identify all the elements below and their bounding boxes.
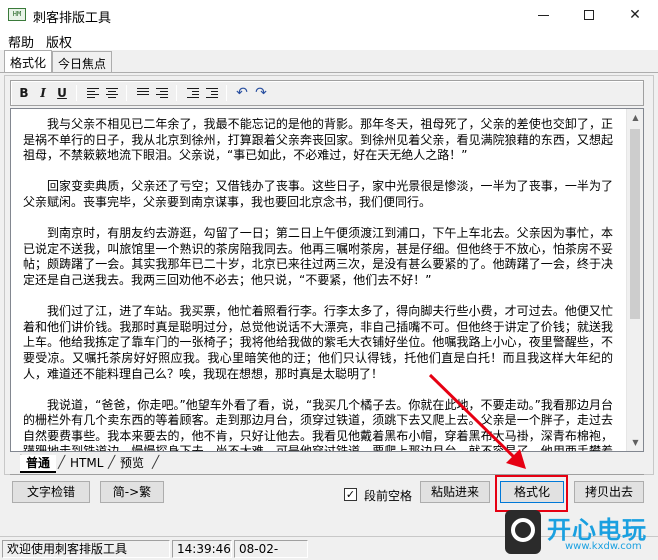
maximize-button[interactable] [566,0,612,30]
numbered-list-button[interactable] [134,84,152,102]
watermark-badge-icon [505,510,541,554]
maximize-icon [584,10,594,20]
scroll-up-icon[interactable]: ▲ [627,109,643,126]
watermark-brand: 开心电玩 [547,516,647,544]
title-bar: HM 刺客排版工具 ✕ [0,0,658,30]
menu-help[interactable]: 帮助 [8,32,34,51]
undo-button[interactable]: ↶ [233,84,251,102]
undo-icon: ↶ [236,85,248,101]
indent-checkbox[interactable]: ✓ [344,488,357,501]
toolbar-separator [76,85,77,101]
toolbar-separator [176,85,177,101]
toolbar-separator [126,85,127,101]
watermark-url: www.kxdw.com [565,541,642,552]
bold-button[interactable]: B [15,84,33,102]
paragraph: 到南京时，有朋友约去游逛，勾留了一日；第二日上午便须渡江到浦口，下午上车北去。父… [23,226,613,287]
align-center-button[interactable] [103,84,121,102]
tab-divider [0,72,658,73]
tab-preview[interactable]: 预览 [114,455,150,473]
simp-to-trad-button[interactable]: 简->繁 [100,481,164,503]
underline-button[interactable]: U [53,84,71,102]
tab-format[interactable]: 格式化 [4,50,53,73]
paste-in-button[interactable]: 粘贴进来 [420,481,490,503]
spellcheck-button[interactable]: 文字检错 [12,481,90,503]
bullet-list-icon [156,88,168,98]
close-button[interactable]: ✕ [612,0,658,30]
align-left-button[interactable] [84,84,102,102]
copy-out-button[interactable]: 拷贝出去 [574,481,644,503]
align-center-icon [106,88,118,98]
text-editor[interactable]: 我与父亲不相见已二年余了，我最不能忘记的是他的背影。那年冬天，祖母死了，父亲的差… [10,108,644,452]
toolbar-separator [226,85,227,101]
top-tab-strip: 格式化 今日焦点 [0,50,658,73]
paragraph: 回家变卖典质，父亲还了亏空；又借钱办了丧事。这些日子，家中光景很是惨淡，一半为了… [23,179,613,209]
bullet-list-button[interactable] [153,84,171,102]
outdent-button[interactable] [184,84,202,102]
view-tab-strip: ▕ 普通 ╱ HTML ╱ 预览 ╱ [12,455,312,475]
redo-icon: ↷ [255,85,267,101]
paragraph: 我与父亲不相见已二年余了，我最不能忘记的是他的背影。那年冬天，祖母死了，父亲的差… [23,117,613,163]
window-title: 刺客排版工具 [33,11,112,26]
scroll-down-icon[interactable]: ▼ [627,434,643,451]
minimize-icon [538,15,549,16]
tab-today-focus[interactable]: 今日焦点 [52,51,113,72]
minimize-button[interactable] [520,0,566,30]
tab-html[interactable]: HTML [64,455,109,473]
status-date: 08-02-2021 [234,540,308,560]
indent-checkbox-label: 段前空格 [364,489,413,503]
highlight-box [495,475,568,512]
status-time: 14:39:46 [172,540,232,558]
tab-normal[interactable]: 普通 [20,455,57,473]
watermark-logo: 开心电玩 www.kxdw.com [505,508,655,558]
annotation-arrow-icon [428,373,526,469]
numbered-list-icon [137,88,149,98]
menu-copyright[interactable]: 版权 [46,32,72,51]
outdent-icon [187,88,199,98]
format-toolbar: B I U ↶ ↷ [10,80,644,106]
align-left-icon [87,88,99,98]
close-icon: ✕ [629,7,641,23]
redo-button[interactable]: ↷ [252,84,270,102]
italic-button[interactable]: I [34,84,52,102]
app-icon: HM [8,8,26,21]
scrollbar-thumb[interactable] [630,129,640,319]
indent-button[interactable] [203,84,221,102]
indent-icon [206,88,218,98]
status-message: 欢迎使用刺客排版工具 [2,540,170,558]
menu-bar: 帮助 版权 [0,30,658,51]
vertical-scrollbar[interactable]: ▲ ▼ [626,109,643,451]
